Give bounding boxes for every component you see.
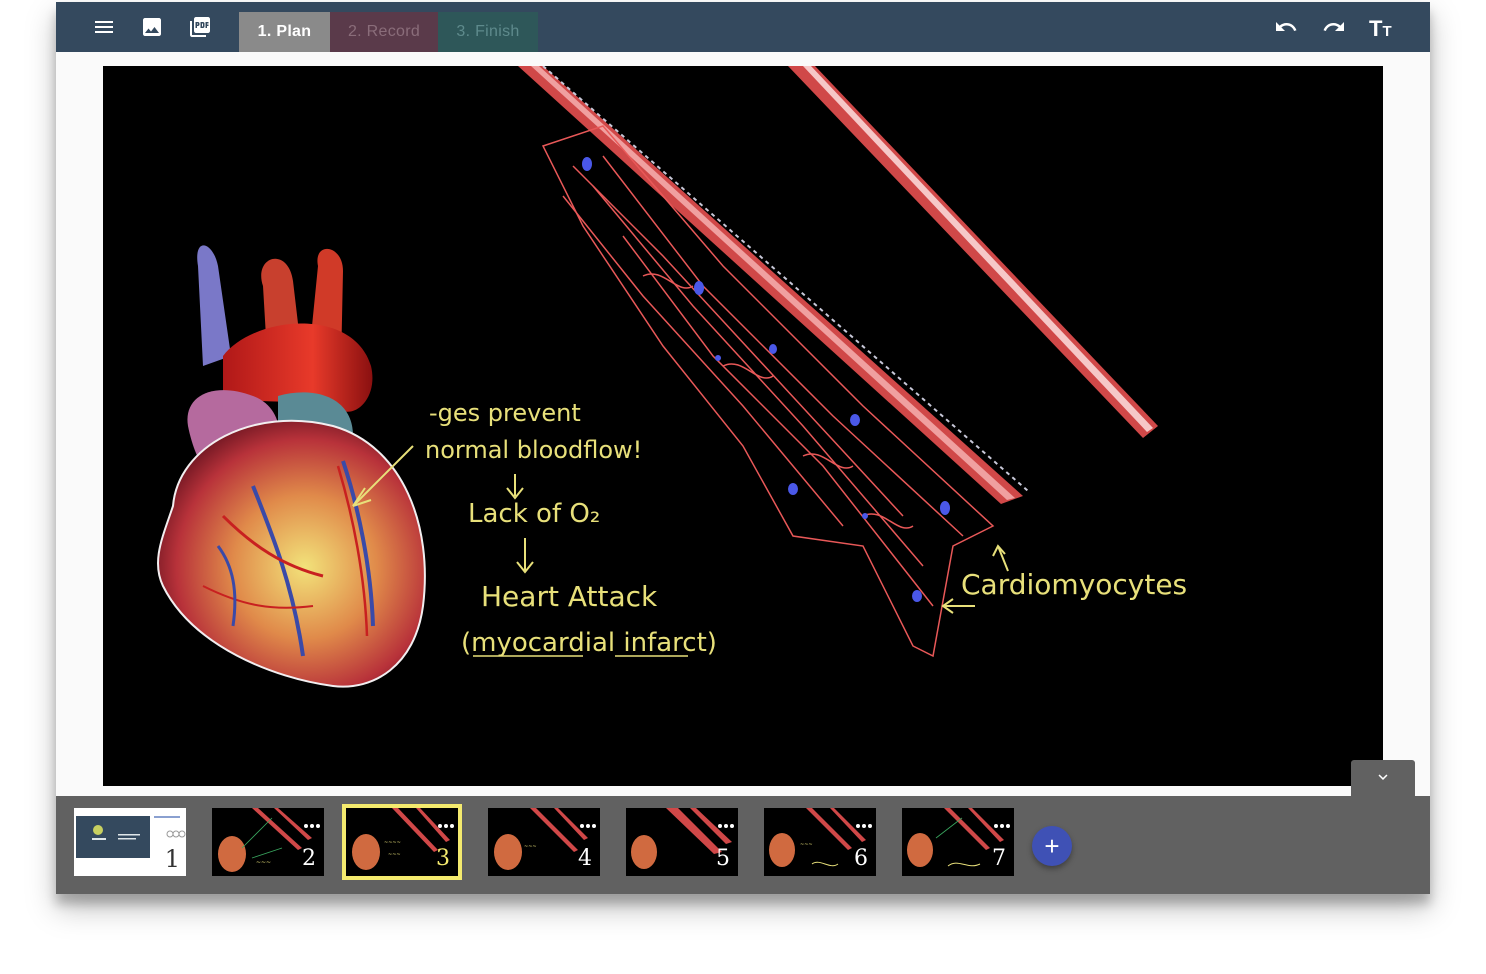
slide-number: 2 <box>302 846 316 871</box>
slide-thumbnail[interactable]: ~~~ 2 <box>212 808 324 876</box>
step-record-tab[interactable]: 2. Record <box>330 12 438 52</box>
slide-filmstrip: 1 ~~~ 2 ~~~~ ~~~ 3 ~~~ 4 5 ~~~ 6 7 + <box>56 796 1430 894</box>
annotation-line-1: -ges prevent <box>429 399 581 427</box>
slide-thumbnail[interactable]: 7 <box>902 808 1014 876</box>
slide-number: 5 <box>716 846 730 871</box>
svg-text:~~~: ~~~ <box>256 859 271 866</box>
slide-options-icon[interactable] <box>304 824 320 830</box>
slide-thumbnail[interactable]: 5 <box>626 808 738 876</box>
text-size-icon[interactable]: TT <box>1369 14 1397 40</box>
slide-options-icon[interactable] <box>580 824 596 830</box>
annotation-line-5: (myocardial infarct) <box>461 628 717 658</box>
redo-icon[interactable] <box>1319 12 1349 42</box>
slide-number: 1 <box>164 845 180 873</box>
slide-thumbnail[interactable]: 1 <box>74 808 186 876</box>
chalk-annotations: -ges prevent normal bloodflow! Lack of O… <box>425 399 1187 658</box>
app-window: 1. Plan 2. Record 3. Finish TT -ges prev… <box>56 2 1430 894</box>
svg-text:~~~~: ~~~~ <box>384 840 401 846</box>
slide-options-icon[interactable] <box>438 824 454 830</box>
slide-options-icon[interactable] <box>994 824 1010 830</box>
slide-number: 4 <box>578 846 592 871</box>
image-icon[interactable] <box>137 12 167 42</box>
svg-text:~~~: ~~~ <box>524 844 537 850</box>
top-toolbar: 1. Plan 2. Record 3. Finish TT <box>56 2 1430 52</box>
svg-text:~~~: ~~~ <box>388 852 401 858</box>
slide-canvas[interactable]: -ges prevent normal bloodflow! Lack of O… <box>103 66 1383 786</box>
slide-options-icon[interactable] <box>718 824 734 830</box>
annotation-line-3: Lack of O₂ <box>468 499 600 529</box>
annotation-line-4: Heart Attack <box>481 580 658 613</box>
cardiomyocytes-label: Cardiomyocytes <box>961 568 1187 601</box>
slide-number: 7 <box>992 846 1006 871</box>
slide-drawing: -ges prevent normal bloodflow! Lack of O… <box>156 66 1187 688</box>
step-finish-tab[interactable]: 3. Finish <box>438 12 538 52</box>
undo-icon[interactable] <box>1271 12 1301 42</box>
slide-options-icon[interactable] <box>856 824 872 830</box>
slide-thumbnail-selected[interactable]: ~~~~ ~~~ 3 <box>342 804 462 880</box>
collapse-filmstrip-button[interactable] <box>1351 760 1415 798</box>
annotation-line-2: normal bloodflow! <box>425 436 642 464</box>
slide-thumbnail[interactable]: ~~~ 6 <box>764 808 876 876</box>
slide-number: 3 <box>436 846 450 871</box>
slide-thumbnail[interactable]: ~~~ 4 <box>488 808 600 876</box>
slide-number: 6 <box>854 846 868 871</box>
menu-icon[interactable] <box>89 12 119 42</box>
step-plan-tab[interactable]: 1. Plan <box>239 12 330 52</box>
heart-illustration <box>156 245 426 688</box>
plus-icon: + <box>1044 831 1060 861</box>
svg-text:~~~: ~~~ <box>800 842 813 848</box>
cell-nuclei <box>582 157 950 602</box>
pdf-icon[interactable] <box>185 12 215 42</box>
chevron-down-icon <box>1378 774 1388 780</box>
add-slide-button[interactable]: + <box>1032 826 1072 866</box>
